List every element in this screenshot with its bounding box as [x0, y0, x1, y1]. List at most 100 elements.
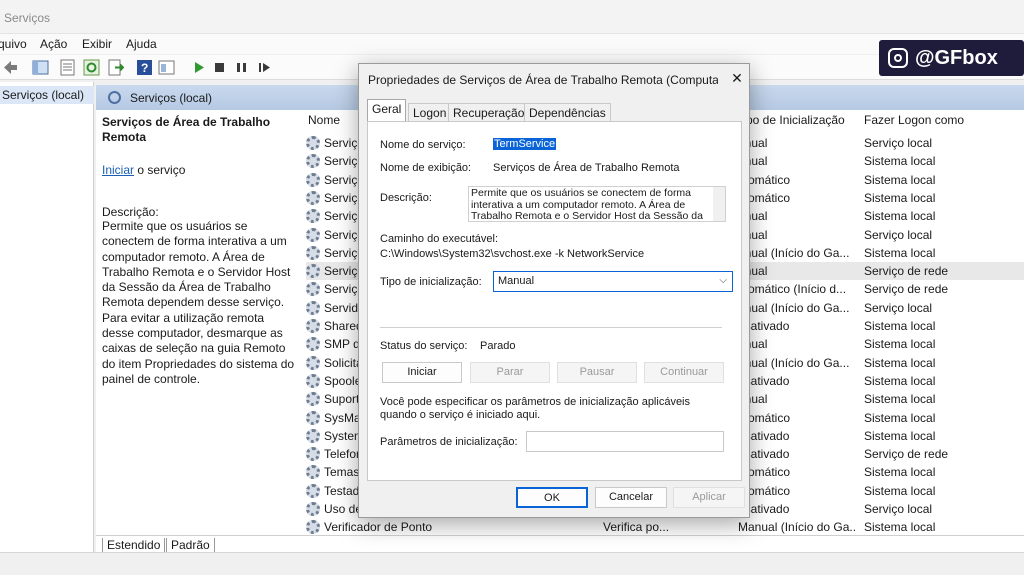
description-text: Permite que os usuários se conectem de f…	[102, 219, 295, 386]
close-icon[interactable]: ✕	[727, 70, 747, 88]
service-status-value: Parado	[480, 340, 516, 352]
row-startup-type: esativado	[738, 319, 790, 333]
row-logon: Serviço de rede	[864, 264, 949, 279]
start-button[interactable]: Iniciar	[382, 362, 462, 383]
status-bar	[0, 552, 1024, 575]
row-startup-type: anual (Início do Ga...	[738, 245, 850, 260]
row-logon: Sistema local	[864, 245, 936, 260]
view-tabs: Estendido Padrão	[96, 535, 1024, 553]
row-startup-type: esativado	[738, 428, 790, 443]
row-logon: Serviço local	[864, 502, 933, 516]
menu-view[interactable]: Exibir	[82, 37, 112, 51]
row-logon: Sistema local	[864, 373, 936, 388]
executable-path-value: C:\Windows\System32\svchost.exe -k Netwo…	[380, 248, 645, 260]
service-gear-icon	[306, 190, 320, 205]
column-header-startup[interactable]: po de Inicialização	[746, 113, 845, 133]
row-logon: Sistema local	[864, 355, 936, 370]
row-startup-type: anual	[738, 154, 768, 169]
general-panel: Nome do serviço: TermService Nome de exi…	[367, 121, 742, 481]
divider	[380, 327, 722, 328]
startup-params-label: Parâmetros de inicialização:	[380, 436, 518, 448]
stop-icon[interactable]	[211, 59, 228, 76]
export-icon[interactable]	[107, 59, 124, 76]
console-icon[interactable]	[158, 59, 175, 76]
title-bar: Serviços	[0, 0, 1024, 34]
play-icon[interactable]	[190, 59, 207, 76]
row-logon: Sistema local	[864, 520, 936, 535]
tab-dependencies[interactable]: Dependências	[524, 103, 611, 121]
apply-button[interactable]: Aplicar	[673, 487, 745, 508]
service-gear-icon	[306, 337, 320, 352]
pause-icon[interactable]	[233, 59, 250, 76]
cancel-button[interactable]: Cancelar	[595, 487, 667, 508]
tree-item-services-local[interactable]: Serviços (local)	[0, 86, 94, 104]
column-header-name[interactable]: Nome	[308, 113, 340, 133]
service-gear-icon	[306, 264, 320, 279]
social-badge: @GFbox	[879, 40, 1024, 76]
row-logon: Sistema local	[864, 410, 936, 425]
start-service-suffix: o serviço	[134, 163, 186, 177]
back-arrow-icon[interactable]	[2, 59, 19, 76]
service-name-value[interactable]: TermService	[493, 138, 557, 150]
menu-file[interactable]: quivo	[0, 37, 27, 51]
stop-button[interactable]: Parar	[470, 362, 550, 383]
row-startup-type: esativado	[738, 373, 790, 388]
description-box[interactable]: Permite que os usuários se conectem de f…	[468, 186, 726, 222]
tab-standard[interactable]: Padrão	[166, 538, 215, 553]
row-description: Verifica po...	[603, 520, 670, 535]
service-gear-icon	[306, 447, 320, 462]
row-logon: Sistema local	[864, 392, 936, 407]
service-gear-icon	[306, 392, 320, 407]
menu-action[interactable]: Ação	[40, 37, 67, 51]
row-startup-type: esativado	[738, 447, 790, 462]
row-startup-type: utomático	[738, 190, 791, 205]
service-gear-icon	[306, 300, 320, 315]
service-gear-icon	[306, 410, 320, 425]
ok-button[interactable]: OK	[516, 487, 588, 508]
service-title: Serviços de Área de Trabalho Remota	[102, 115, 271, 144]
tab-extended[interactable]: Estendido	[102, 538, 166, 553]
table-row[interactable]: Verificador de Ponto Verifica po... Manual…	[306, 518, 1024, 536]
service-gear-icon	[306, 520, 320, 535]
start-service-link[interactable]: Iniciar	[102, 163, 134, 177]
properties-dialog: Propriedades de Serviços de Área de Trab…	[358, 63, 750, 518]
chevron-down-icon: ⌵	[719, 275, 727, 286]
row-startup-type: anual (Início do Ga...	[738, 300, 850, 315]
row-logon: Serviço local	[864, 136, 933, 150]
menu-help[interactable]: Ajuda	[126, 37, 157, 51]
row-logon: Sistema local	[864, 483, 936, 498]
display-name-label: Nome de exibição:	[380, 162, 472, 174]
startup-params-input[interactable]	[526, 431, 724, 452]
startup-type-select[interactable]: Manual ⌵	[493, 271, 733, 292]
row-startup-type: Manual (Início do Ga...	[738, 520, 856, 535]
service-gear-icon	[306, 483, 320, 498]
start-service-line: Iniciar o serviço	[102, 163, 298, 177]
service-gear-icon	[306, 373, 320, 388]
service-gear-icon	[306, 428, 320, 443]
service-gear-icon	[306, 245, 320, 260]
tab-logon[interactable]: Logon	[408, 103, 452, 121]
row-logon: Sistema local	[864, 465, 936, 480]
console-tree-icon[interactable]	[32, 59, 49, 76]
row-startup-type: esativado	[738, 502, 790, 516]
row-startup-type: utomático	[738, 410, 791, 425]
services-window: Serviços quivo Ação Exibir Ajuda ? @GFbo…	[0, 0, 1024, 575]
help-icon[interactable]: ?	[136, 59, 153, 76]
continue-button[interactable]: Continuar	[644, 362, 724, 383]
refresh-icon[interactable]	[83, 59, 100, 76]
description-scrollbar[interactable]	[713, 187, 725, 221]
service-gear-icon	[306, 154, 320, 169]
row-startup-type: anual	[738, 264, 768, 279]
extended-description: Serviços de Área de Trabalho Remota Inic…	[102, 115, 298, 387]
console-tree: Serviços (local)	[0, 82, 94, 552]
row-startup-type: utomático (Início d...	[738, 282, 847, 297]
properties-icon[interactable]	[59, 59, 76, 76]
badge-text: @GFbox	[915, 47, 998, 69]
svg-text:?: ?	[141, 61, 148, 75]
tab-general[interactable]: Geral	[367, 99, 407, 121]
column-header-logon[interactable]: Fazer Logon como	[864, 113, 964, 133]
restart-icon[interactable]	[256, 59, 273, 76]
tab-recovery[interactable]: Recuperação	[448, 103, 530, 121]
pause-button[interactable]: Pausar	[557, 362, 637, 383]
row-startup-type: anual	[738, 392, 768, 407]
